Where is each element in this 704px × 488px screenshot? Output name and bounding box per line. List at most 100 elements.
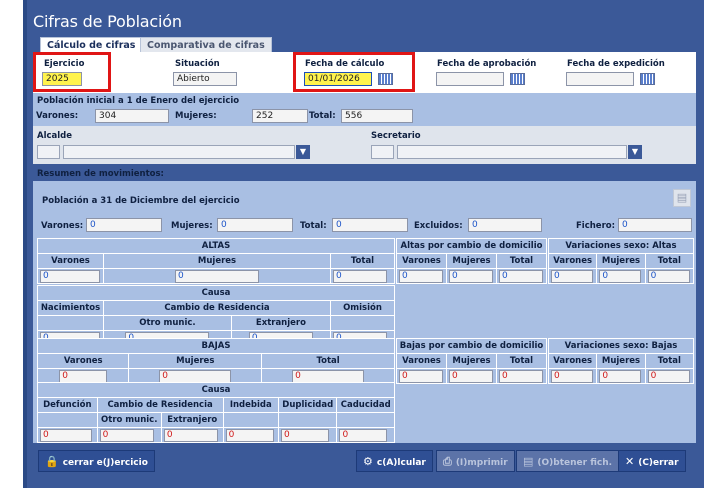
imprimir-label: (I)mprimir — [455, 458, 508, 468]
dropdown-arrow-icon[interactable]: ▼ — [628, 145, 642, 159]
calcular-label: c(A)lcular — [376, 458, 426, 468]
bajas-mujeres-field: 0 — [159, 369, 232, 383]
imprimir-button[interactable]: ⎙ (I)mprimir — [436, 450, 515, 472]
bajas-domicilio-title: Bajas por cambio de domicilio — [396, 338, 547, 354]
bajas-header-mujeres: Mujeres — [128, 353, 263, 369]
altas-causa-cambio-residencia: Cambio de Residencia — [103, 300, 331, 316]
variaciones-altas-title: Variaciones sexo: Altas — [548, 238, 694, 254]
mujeres-final-label: Mujeres: — [171, 221, 213, 231]
secretario-select[interactable] — [397, 145, 627, 159]
altas-domicilio-mujeres-field: 0 — [449, 269, 493, 283]
alcalde-code-field[interactable] — [37, 145, 60, 159]
highlight-fecha-calculo — [293, 52, 415, 92]
calcular-button[interactable]: ⚙ c(A)lcular — [356, 450, 433, 472]
highlight-ejercicio — [33, 52, 111, 92]
tab-calculo-cifras[interactable]: Cálculo de cifras — [40, 37, 143, 53]
variaciones-altas-varones-field: 0 — [551, 269, 593, 283]
alcalde-select[interactable] — [63, 145, 295, 159]
altas-sub-extranjero: Extranjero — [230, 315, 332, 331]
bajas-causa-cambio-residencia: Cambio de Residencia — [96, 397, 224, 413]
altas-varones-field: 0 — [40, 269, 100, 283]
variaciones-altas-total: Total — [644, 253, 695, 269]
varones-final-label: Varones: — [41, 221, 84, 231]
bajas-domicilio-total: Total — [495, 353, 548, 369]
bajas-domicilio-varones: Varones — [396, 353, 447, 369]
file-icon: ▤ — [523, 455, 534, 468]
bajas-defuncion-field: 0 — [40, 428, 92, 442]
obtener-fichero-button[interactable]: ▤ (O)btener fich. — [516, 450, 620, 472]
altas-causa-table: Causa Nacimientos Cambio de Residencia O… — [37, 285, 395, 346]
bajas-causa-table: Causa Defunción Cambio de Residencia Ind… — [37, 382, 395, 443]
bajas-sub-otro-munic: Otro munic. — [96, 412, 162, 428]
altas-domicilio-total-field: 0 — [499, 269, 543, 283]
altas-total-field: 0 — [333, 269, 387, 283]
bajas-caducidad-field: 0 — [339, 428, 388, 442]
cerrar-label: (C)errar — [638, 458, 679, 468]
mujeres-inicial-field: 252 — [252, 109, 308, 123]
bajas-extranjero-field: 0 — [163, 428, 218, 442]
bajas-header-total: Total — [261, 353, 395, 369]
altas-causa-omision: Omisión — [330, 300, 395, 316]
bajas-causa-duplicidad: Duplicidad — [278, 397, 338, 413]
obtener-fichero-label: (O)btener fich. — [537, 458, 613, 468]
total-final-field: 0 — [332, 218, 408, 232]
altas-domicilio-mujeres: Mujeres — [446, 253, 497, 269]
total-final-label: Total: — [300, 221, 327, 231]
variaciones-bajas-table: Variaciones sexo: Bajas Varones Mujeres … — [547, 338, 695, 384]
alcalde-label: Alcalde — [37, 131, 73, 141]
fichero-label: Fichero: — [576, 221, 616, 231]
poblacion-final-title: Población a 31 de Diciembre del ejercici… — [42, 196, 240, 206]
altas-domicilio-total: Total — [496, 253, 547, 269]
bajas-domicilio-varones-field: 0 — [399, 369, 443, 383]
varones-final-field: 0 — [86, 218, 162, 232]
altas-header-varones: Varones — [37, 253, 104, 269]
dropdown-arrow-icon[interactable]: ▼ — [296, 145, 310, 159]
secretario-code-field[interactable] — [371, 145, 394, 159]
movimientos-title: Resumen de movimientos: — [37, 169, 164, 179]
close-icon: ✕ — [625, 455, 635, 468]
variaciones-altas-table: Variaciones sexo: Altas Varones Mujeres … — [547, 238, 695, 284]
fecha-aprobacion-label: Fecha de aprobación — [437, 59, 537, 69]
altas-header-total: Total — [330, 253, 395, 269]
bajas-title: BAJAS — [37, 338, 395, 354]
cerrar-button[interactable]: ✕ (C)errar — [618, 450, 686, 472]
bajas-domicilio-table: Bajas por cambio de domicilio Varones Mu… — [396, 338, 548, 384]
altas-header-mujeres: Mujeres — [103, 253, 331, 269]
bajas-domicilio-mujeres: Mujeres — [445, 353, 497, 369]
calendar-icon[interactable] — [640, 73, 655, 85]
fecha-expedicion-label: Fecha de expedición — [567, 59, 665, 69]
bajas-varones-field: 0 — [59, 369, 108, 383]
calendar-icon[interactable] — [510, 73, 525, 85]
fecha-aprobacion-field[interactable] — [436, 72, 504, 86]
variaciones-bajas-total: Total — [644, 353, 695, 369]
mujeres-final-field: 0 — [217, 218, 293, 232]
bajas-domicilio-total-field: 0 — [498, 369, 543, 383]
fichero-field: 0 — [618, 218, 692, 232]
bajas-header-varones: Varones — [36, 353, 130, 369]
bajas-table: BAJAS Varones Mujeres Total 0 0 0 — [36, 338, 395, 384]
altas-causa-nacimientos: Nacimientos — [37, 300, 104, 316]
document-icon[interactable]: ▤ — [673, 189, 691, 207]
altas-table: ALTAS Varones Mujeres Total 0 0 0 — [37, 238, 395, 284]
bajas-duplicidad-field: 0 — [281, 428, 330, 442]
variaciones-altas-mujeres: Mujeres — [596, 253, 646, 269]
variaciones-bajas-mujeres: Mujeres — [596, 353, 646, 369]
bajas-causa-indebida: Indebida — [222, 397, 280, 413]
fecha-expedicion-field[interactable] — [566, 72, 634, 86]
bajas-domicilio-mujeres-field: 0 — [448, 369, 493, 383]
bajas-causa-title: Causa — [37, 382, 395, 398]
printer-icon: ⎙ — [443, 455, 452, 468]
altas-domicilio-table: Altas por cambio de domicilio Varones Mu… — [396, 238, 547, 284]
bajas-causa-defuncion: Defunción — [37, 397, 98, 413]
cerrar-ejercicio-button[interactable]: 🔒 cerrar e(J)ercicio — [38, 450, 155, 472]
secretario-label: Secretario — [371, 131, 421, 141]
variaciones-altas-total-field: 0 — [647, 269, 690, 283]
bajas-otro-munic-field: 0 — [99, 428, 154, 442]
altas-domicilio-varones-field: 0 — [399, 269, 443, 283]
excluidos-label: Excluidos: — [414, 221, 463, 231]
mujeres-inicial-label: Mujeres: — [175, 111, 217, 121]
varones-inicial-field: 304 — [95, 109, 169, 123]
tab-comparativa-cifras[interactable]: Comparativa de cifras — [140, 37, 272, 53]
variaciones-bajas-title: Variaciones sexo: Bajas — [548, 338, 694, 354]
bajas-causa-caducidad: Caducidad — [336, 397, 395, 413]
